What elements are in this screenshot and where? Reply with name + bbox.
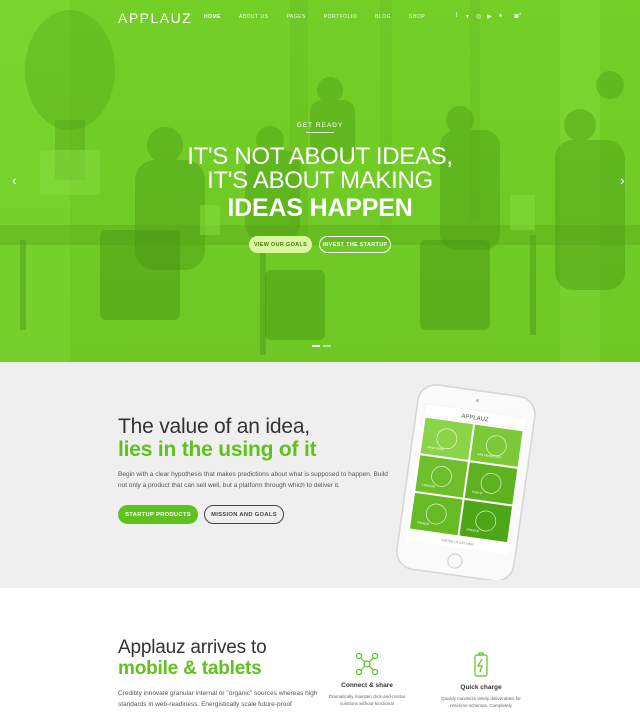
feature-title: Quick charge xyxy=(460,684,502,691)
feature-description: Dramatically maintain click-and-mortar s… xyxy=(328,694,406,706)
startup-products-button[interactable]: STARTUP PRODUCTS xyxy=(118,505,198,524)
mobile-description: Credibly innovate granular internal or "… xyxy=(118,690,318,708)
slider-pagination xyxy=(312,345,331,347)
nav-blog[interactable]: BLOG xyxy=(375,14,391,20)
hero-headline: IT'S NOT ABOUT IDEAS, IT'S ABOUT MAKING xyxy=(0,145,640,193)
battery-charge-icon xyxy=(474,652,488,677)
feature-title: Connect & share xyxy=(341,682,393,689)
headline-line-1: IT'S NOT ABOUT IDEAS, xyxy=(187,143,453,170)
twitter-icon[interactable]: ▾ xyxy=(465,13,470,20)
value-description: Begin with a clear hypothesis that makes… xyxy=(118,471,388,489)
instagram-icon[interactable]: ◎ xyxy=(476,13,481,20)
social-links: f ▾ ◎ ▶ ● xyxy=(454,13,503,20)
cart-count: 0 xyxy=(518,11,522,16)
mobile-title: Applauz arrives to xyxy=(118,637,267,658)
slider-dot-1[interactable] xyxy=(312,345,320,347)
feature-quick-charge: Quick charge Quickly maximize timely del… xyxy=(436,652,526,709)
feature-connect-share: Connect & share Dramatically maintain cl… xyxy=(322,652,412,707)
facebook-icon[interactable]: f xyxy=(454,13,459,20)
site-logo[interactable]: APPLAUZ xyxy=(118,10,192,26)
slider-dot-2[interactable] xyxy=(323,345,331,347)
nav-home[interactable]: HOME xyxy=(204,14,221,20)
cart-button[interactable]: ■0 xyxy=(514,11,521,21)
invest-the-startup-button[interactable]: INVEST THE STARTUP xyxy=(319,236,391,253)
value-title-highlight: lies in the using of it xyxy=(118,438,317,461)
mission-and-goals-button[interactable]: MISSION AND GOALS xyxy=(204,505,284,524)
nav-shop[interactable]: SHOP xyxy=(409,14,425,20)
mobile-section: Applauz arrives to mobile & tablets Cred… xyxy=(0,588,640,712)
top-navigation: APPLAUZ HOME ABOUT US PAGES PORTFOLIO BL… xyxy=(0,0,640,34)
main-menu: HOME ABOUT US PAGES PORTFOLIO BLOG SHOP xyxy=(204,14,443,20)
kicker-divider xyxy=(306,132,334,133)
share-network-icon xyxy=(355,652,379,676)
view-our-goals-button[interactable]: VIEW OUR GOALS xyxy=(249,236,312,253)
phone-mockup: APPLAUZ NEW YORK SAN FRANCISCO LONDON TO… xyxy=(396,384,536,580)
dribbble-icon[interactable]: ● xyxy=(498,13,503,20)
nav-portfolio[interactable]: PORTFOLIO xyxy=(324,14,357,20)
youtube-icon[interactable]: ▶ xyxy=(487,13,492,20)
headline-line-2: IT'S ABOUT MAKING xyxy=(207,167,433,194)
feature-description: Quickly maximize timely deliverables for… xyxy=(441,696,521,708)
value-section: The value of an idea, lies in the using … xyxy=(0,362,640,588)
nav-pages[interactable]: PAGES xyxy=(286,14,305,20)
hero-section: APPLAUZ HOME ABOUT US PAGES PORTFOLIO BL… xyxy=(0,0,640,362)
nav-about-us[interactable]: ABOUT US xyxy=(239,14,268,20)
hero-kicker: GET READY xyxy=(296,122,344,129)
hero-headline-strong: IDEAS HAPPEN xyxy=(227,194,413,222)
mobile-title-highlight: mobile & tablets xyxy=(118,658,262,679)
value-title: The value of an idea, xyxy=(118,415,310,438)
